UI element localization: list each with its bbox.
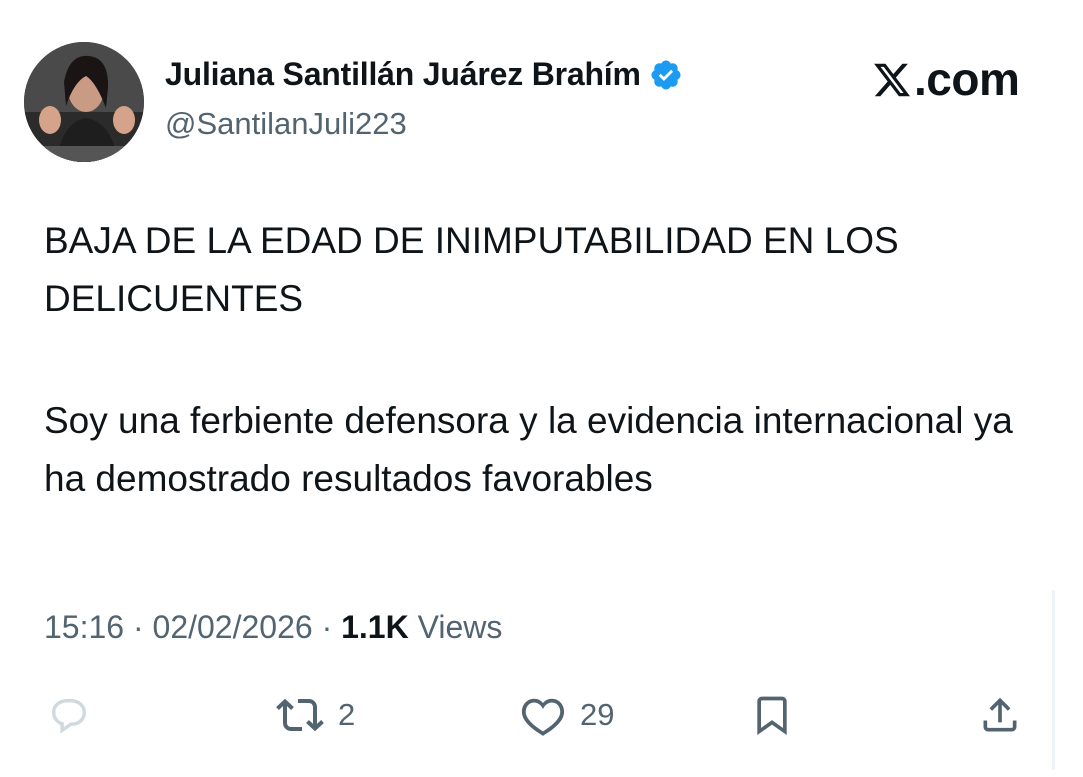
author-handle[interactable]: @SantilanJuli223 xyxy=(165,106,407,142)
scroll-edge xyxy=(1052,590,1055,770)
post-time[interactable]: 15:16 xyxy=(44,609,124,645)
x-logo-icon xyxy=(874,63,911,97)
tweet-card: Juliana Santillán Juárez Brahím @Santila… xyxy=(0,0,1083,777)
action-bar: 2 29 xyxy=(0,680,1083,760)
reply-button[interactable] xyxy=(46,680,92,750)
heart-icon xyxy=(521,698,565,736)
author-display-name[interactable]: Juliana Santillán Juárez Brahím xyxy=(165,56,641,93)
profile-photo-icon xyxy=(24,42,144,162)
share-button[interactable] xyxy=(978,680,1022,750)
views-count: 1.1K xyxy=(341,609,409,645)
repost-button[interactable]: 2 xyxy=(276,680,355,750)
avatar[interactable] xyxy=(24,42,144,162)
bookmark-icon xyxy=(757,696,787,736)
comment-icon xyxy=(51,698,87,734)
repost-icon xyxy=(276,698,324,732)
post-meta: 15:16 · 02/02/2026 · 1.1K Views xyxy=(44,609,502,646)
author-name-row: Juliana Santillán Juárez Brahím xyxy=(165,56,683,93)
post-paragraph-2: Soy una ferbiente defensora y la evidenc… xyxy=(44,400,1013,499)
post-date[interactable]: 02/02/2026 xyxy=(153,609,313,645)
post-paragraph-1: BAJA DE LA EDAD DE INIMPUTABILIDAD EN LO… xyxy=(44,220,899,319)
x-com-logo: .com xyxy=(872,52,1020,106)
like-button[interactable]: 29 xyxy=(520,680,614,750)
views-label: Views xyxy=(417,609,503,645)
brand-domain-text: .com xyxy=(914,53,1020,105)
bookmark-button[interactable] xyxy=(750,680,794,750)
meta-separator: · xyxy=(132,609,144,645)
share-icon xyxy=(983,697,1017,732)
like-count: 29 xyxy=(580,697,615,732)
repost-count: 2 xyxy=(338,697,356,732)
meta-separator: · xyxy=(321,609,333,645)
verified-badge-icon xyxy=(651,59,681,90)
